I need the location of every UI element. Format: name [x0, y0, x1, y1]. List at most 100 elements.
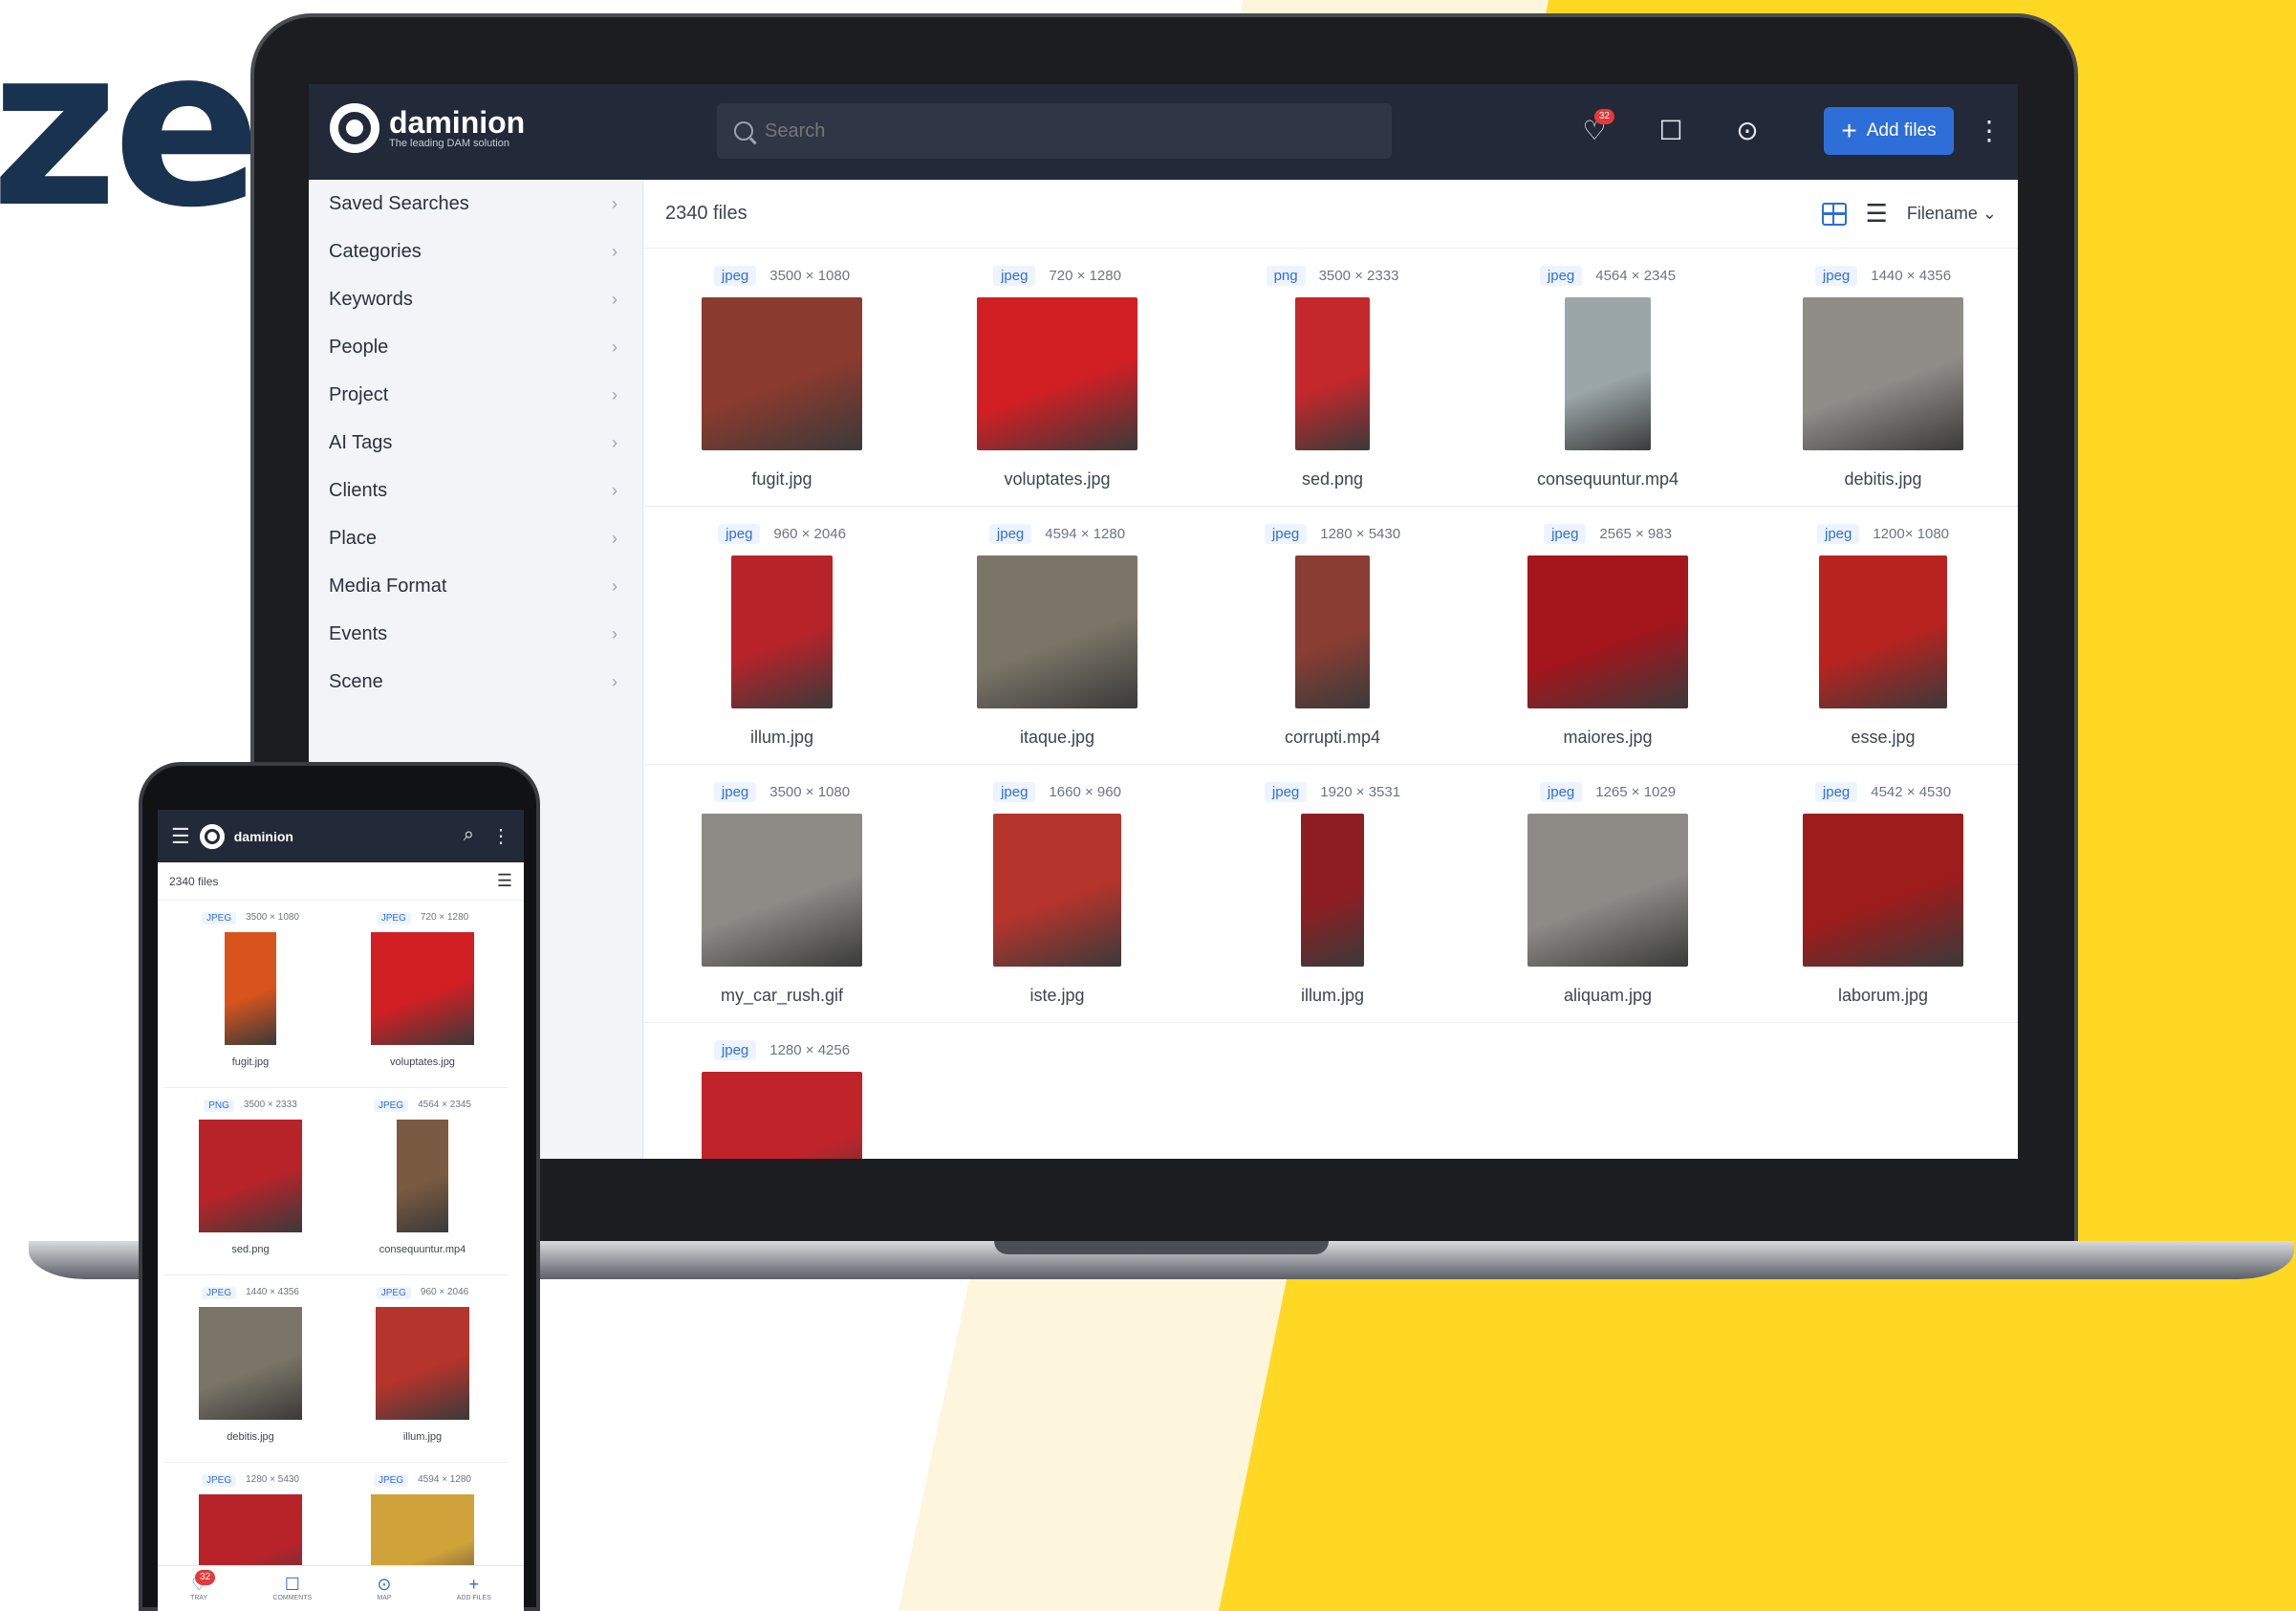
search-bar[interactable] [717, 103, 1392, 159]
nav-badge: 32 [195, 1570, 216, 1585]
file-card[interactable]: jpeg 1280 × 4256 [644, 1023, 920, 1159]
file-thumbnail[interactable] [993, 814, 1121, 967]
sidebar-item[interactable]: Place › [309, 514, 642, 562]
file-card[interactable]: JPEG 4564 × 2345 consequuntur.mp4 [336, 1088, 509, 1275]
file-meta: JPEG 4564 × 2345 [373, 1099, 471, 1112]
nav-item[interactable]: ☐ COMMENTS [272, 1576, 312, 1601]
file-thumbnail[interactable] [1565, 297, 1651, 450]
file-card[interactable]: jpeg 1920 × 3531 illum.jpg [1195, 765, 1470, 1023]
file-card[interactable]: jpeg 4542 × 4530 laborum.jpg [1745, 765, 2018, 1023]
file-meta: jpeg 1440 × 4356 [1814, 266, 1951, 286]
grid-view-icon[interactable] [1821, 202, 1847, 226]
sidebar-item[interactable]: Categories › [309, 228, 642, 275]
file-thumbnail[interactable] [702, 1072, 862, 1159]
file-thumbnail[interactable] [702, 297, 862, 450]
file-browser: 2340 files ☰ Filename ⌄ jpeg 3500 × 1080 f… [644, 180, 2018, 1159]
kebab-menu-icon[interactable]: ⋮ [1976, 109, 2003, 153]
file-thumbnail[interactable] [371, 932, 474, 1045]
file-card[interactable]: JPEG 720 × 1280 voluptates.jpg [336, 901, 509, 1088]
file-thumbnail[interactable] [702, 814, 862, 967]
sidebar-item-label: Project [329, 383, 389, 405]
sidebar-item[interactable]: AI Tags › [309, 419, 642, 467]
file-thumbnail[interactable] [1301, 814, 1364, 967]
nav-item[interactable]: ♡TRAY32 [190, 1570, 216, 1601]
sidebar-item[interactable]: Clients › [309, 467, 642, 514]
sidebar-item[interactable]: Saved Searches › [309, 180, 642, 228]
file-thumbnail[interactable] [376, 1307, 469, 1420]
search-icon[interactable]: ⌕ [464, 824, 474, 848]
sort-dropdown[interactable]: Filename ⌄ [1907, 204, 1997, 224]
map-button[interactable]: ⊙ [1727, 111, 1767, 151]
file-card[interactable]: jpeg 3500 × 1080 my_car_rush.gif [644, 765, 920, 1023]
sidebar-item[interactable]: Scene › [309, 658, 642, 706]
sidebar-item[interactable]: People › [309, 323, 642, 371]
file-card[interactable]: jpeg 1440 × 4356 debitis.jpg [1745, 249, 2018, 507]
headline-text: ze [0, 1, 262, 256]
file-thumbnail[interactable] [199, 1120, 302, 1232]
format-badge: jpeg [1264, 524, 1308, 544]
sidebar-item[interactable]: Keywords › [309, 275, 642, 323]
brand-name: daminion [389, 105, 526, 140]
file-thumbnail[interactable] [977, 297, 1137, 450]
file-dimensions: 4594 × 1280 [1045, 526, 1126, 542]
file-card[interactable]: jpeg 4564 × 2345 consequuntur.mp4 [1470, 249, 1745, 507]
file-card[interactable]: JPEG 3500 × 1080 fugit.jpg [164, 901, 336, 1088]
file-card[interactable]: JPEG 1440 × 4356 debitis.jpg [164, 1275, 336, 1463]
file-thumbnail[interactable] [1803, 814, 1963, 967]
file-count: 2340 files [665, 203, 747, 224]
file-thumbnail[interactable] [225, 932, 276, 1045]
file-card[interactable]: jpeg 1200× 1080 esse.jpg [1745, 507, 2018, 765]
file-thumbnail[interactable] [397, 1120, 448, 1232]
search-input[interactable] [765, 120, 1338, 142]
file-thumbnail[interactable] [1527, 814, 1688, 967]
file-card[interactable]: jpeg 1280 × 5430 corrupti.mp4 [1195, 507, 1470, 765]
format-badge: jpeg [713, 1040, 757, 1060]
file-name: consequuntur.mp4 [379, 1244, 466, 1255]
hamburger-menu-icon[interactable]: ☰ [171, 824, 190, 849]
file-card[interactable]: png 3500 × 2333 sed.png [1195, 249, 1470, 507]
file-thumbnail[interactable] [1803, 297, 1963, 450]
kebab-menu-icon[interactable]: ⋮ [491, 824, 510, 848]
file-thumbnail[interactable] [1295, 297, 1370, 450]
phone-toolbar: 2340 files ☰ [158, 862, 524, 901]
nav-item[interactable]: + ADD FILES [457, 1576, 491, 1601]
file-card[interactable]: PNG 3500 × 2333 sed.png [164, 1088, 336, 1275]
file-name: itaque.jpg [1019, 728, 1095, 747]
format-badge: jpeg [993, 782, 1036, 802]
file-thumbnail[interactable] [977, 555, 1137, 708]
file-thumbnail[interactable] [1295, 555, 1370, 708]
plus-icon: + [1841, 116, 1857, 145]
sidebar-item-label: Clients [329, 479, 388, 501]
chevron-right-icon: › [612, 432, 617, 452]
nav-item-label: TRAY [190, 1595, 208, 1601]
add-files-button[interactable]: + Add files [1824, 107, 1954, 155]
file-card[interactable]: jpeg 960 × 2046 illum.jpg [644, 507, 920, 765]
file-thumbnail[interactable] [199, 1307, 302, 1420]
nav-item[interactable]: ⊙ MAP [377, 1576, 391, 1601]
sidebar-item-label: Keywords [329, 288, 413, 310]
file-thumbnail[interactable] [1819, 555, 1947, 708]
brand-logo[interactable]: daminion The leading DAM solution [330, 103, 525, 153]
file-thumbnail[interactable] [1527, 555, 1688, 708]
sidebar-item[interactable]: Events › [309, 610, 642, 658]
file-card[interactable]: jpeg 1265 × 1029 aliquam.jpg [1470, 765, 1745, 1023]
sort-icon[interactable]: ☰ [1866, 199, 1888, 229]
file-card[interactable]: jpeg 1660 × 960 iste.jpg [920, 765, 1195, 1023]
comments-button[interactable]: ☐ [1651, 111, 1691, 151]
file-card[interactable]: jpeg 4594 × 1280 itaque.jpg [920, 507, 1195, 765]
file-card[interactable]: jpeg 2565 × 983 maiores.jpg [1470, 507, 1745, 765]
sidebar-item-label: AI Tags [329, 431, 393, 453]
nav-item-label: ADD FILES [456, 1595, 491, 1601]
file-card[interactable]: jpeg 720 × 1280 voluptates.jpg [920, 249, 1195, 507]
format-badge: jpeg [1539, 266, 1583, 286]
sidebar-item[interactable]: Project › [309, 371, 642, 419]
file-dimensions: 3500 × 2333 [1318, 268, 1399, 284]
sort-icon[interactable]: ☰ [497, 871, 512, 891]
favorites-button[interactable]: ♡ 32 [1574, 109, 1614, 151]
file-card[interactable]: JPEG 960 × 2046 illum.jpg [336, 1275, 509, 1463]
logo-mark-icon [199, 823, 225, 849]
file-thumbnail[interactable] [731, 555, 833, 708]
laptop-notch [994, 1241, 1329, 1254]
file-card[interactable]: jpeg 3500 × 1080 fugit.jpg [644, 249, 920, 507]
sidebar-item[interactable]: Media Format › [309, 562, 642, 610]
